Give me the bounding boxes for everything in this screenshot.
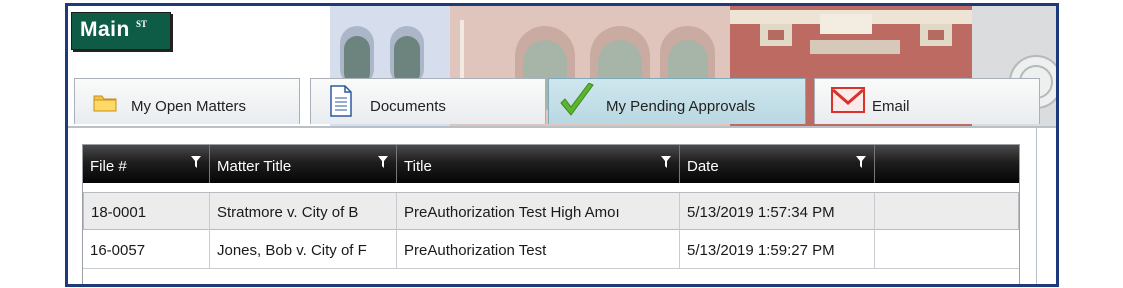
document-icon [329,85,353,121]
cell-file-number: 18-0001 [84,193,210,231]
grid-header: File # Matter Title Title Date [83,145,1019,183]
tab-bar: My Open Matters Documents My Pending App… [74,76,1054,126]
tab-label: Email [872,98,910,115]
column-header-file-number[interactable]: File # [83,145,210,183]
cell-file-number: 16-0057 [83,231,210,269]
filter-icon[interactable] [661,155,671,168]
filter-icon[interactable] [191,155,201,168]
cell-text: 16-0057 [90,242,146,259]
filter-icon[interactable] [378,155,388,168]
tab-label: Documents [370,98,446,115]
cell-matter-title: Stratmore v. City of B [210,193,397,231]
panel-divider [1036,128,1037,284]
tab-label: My Open Matters [131,98,247,115]
cell-title: PreAuthorization Test [397,231,680,269]
main-st-logo: Main ST [71,12,171,50]
tab-email[interactable]: Email [814,78,1040,124]
approvals-grid: File # Matter Title Title Date 18-0001 S… [82,144,1020,284]
cell-date: 5/13/2019 1:59:27 PM [680,231,875,269]
column-header-matter-title[interactable]: Matter Title [210,145,397,183]
table-row[interactable]: 18-0001 Stratmore v. City of B PreAuthor… [83,192,1019,231]
folder-icon [93,92,117,116]
cell-text: Stratmore v. City of B [217,204,359,221]
cell-text: Jones, Bob v. City of F [217,242,367,259]
email-icon [831,87,865,117]
cell-text: 18-0001 [91,204,147,221]
column-header-label: File # [90,158,127,175]
tab-label: My Pending Approvals [606,98,756,115]
column-header-date[interactable]: Date [680,145,875,183]
cell-text: 5/13/2019 1:57:34 PM [687,204,835,221]
logo-superscript: ST [136,19,148,29]
cell-matter-title: Jones, Bob v. City of F [210,231,397,269]
column-header-title[interactable]: Title [397,145,680,183]
pending-approvals-panel: File # Matter Title Title Date 18-0001 S… [68,126,1056,284]
cell-text: PreAuthorization Test High Amoı [404,204,620,221]
filter-icon[interactable] [856,155,866,168]
column-header-label: Date [687,158,719,175]
cell-date: 5/13/2019 1:57:34 PM [680,193,875,231]
logo-text: Main [80,18,130,41]
checkmark-icon [559,82,595,123]
tab-my-open-matters[interactable]: My Open Matters [74,78,300,124]
column-header-label: Title [404,158,432,175]
cell-text: PreAuthorization Test [404,242,547,259]
cell-title: PreAuthorization Test High Amoı [397,193,680,231]
table-row[interactable]: 16-0057 Jones, Bob v. City of F PreAutho… [83,231,1019,269]
header-banner: Main ST My Open Matters Documents My Pen… [68,6,1056,126]
tab-my-pending-approvals[interactable]: My Pending Approvals [548,78,806,124]
tab-documents[interactable]: Documents [310,78,546,124]
cell-text: 5/13/2019 1:59:27 PM [687,242,835,259]
app-window: Main ST My Open Matters Documents My Pen… [65,3,1059,287]
column-header-label: Matter Title [217,158,292,175]
